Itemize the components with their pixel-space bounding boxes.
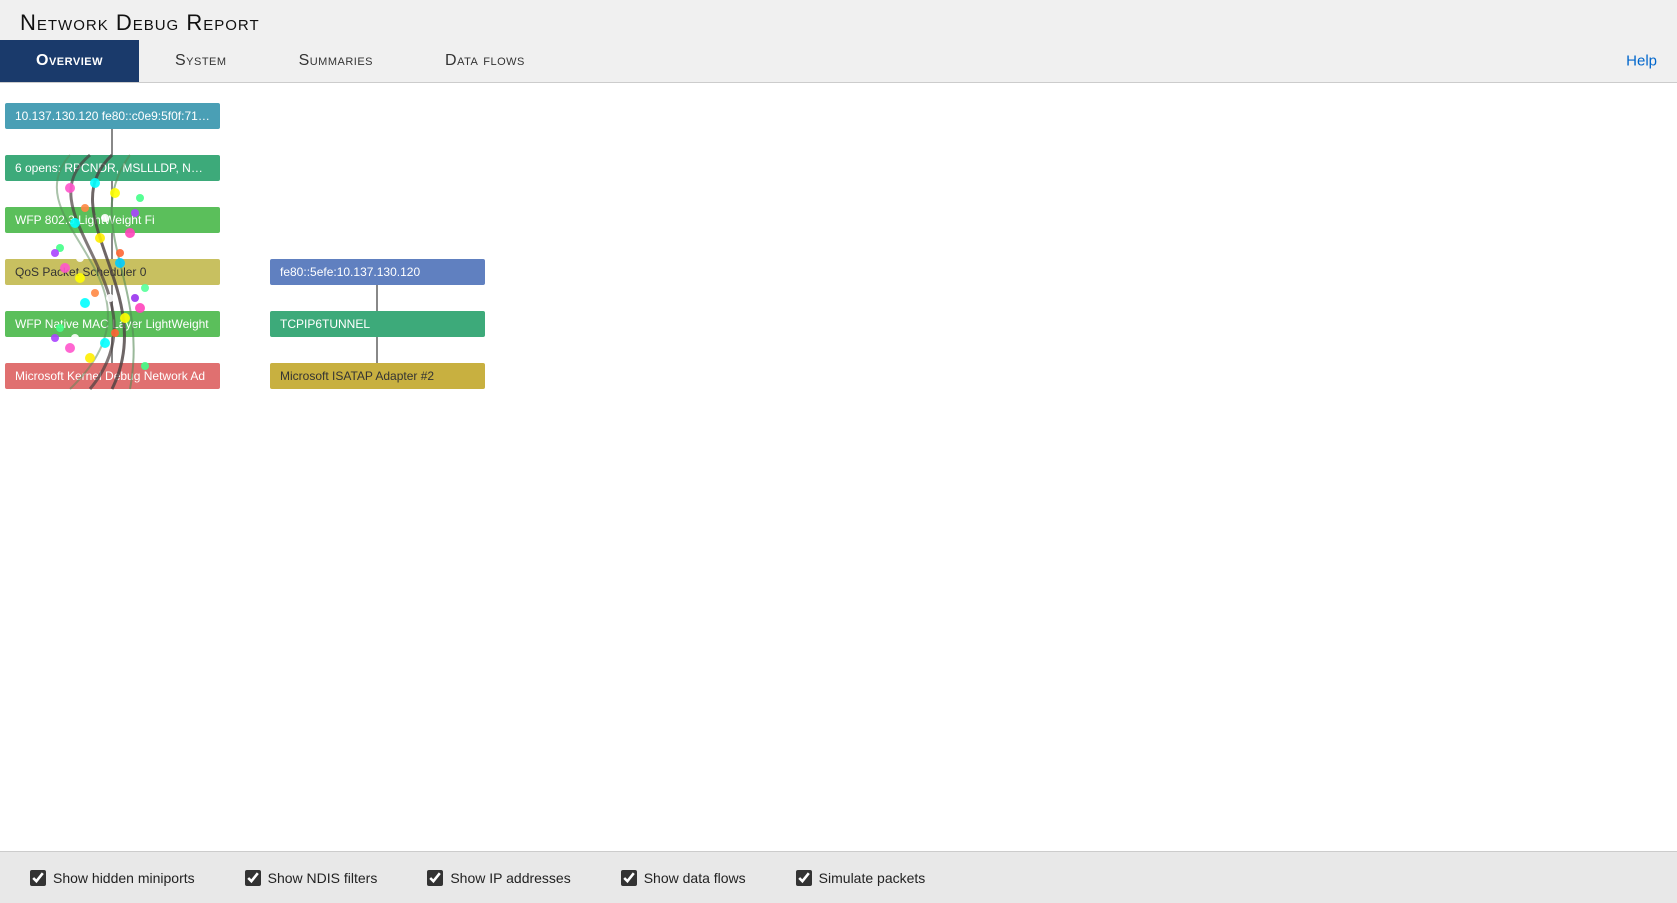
simulate-packets-input[interactable]: [796, 870, 812, 886]
main-content: 10.137.130.120 fe80::c0e9:5f0f:71dd:9 6 …: [0, 83, 1677, 851]
show-hidden-miniports-checkbox[interactable]: Show hidden miniports: [30, 870, 195, 886]
wfp-node[interactable]: WFP 802.3 LightWeight Fi: [5, 207, 220, 233]
tab-summaries[interactable]: Summaries: [263, 40, 409, 82]
show-ip-addresses-input[interactable]: [427, 870, 443, 886]
tcpip-node[interactable]: TCPIP6TUNNEL: [270, 311, 485, 337]
tab-dataflows[interactable]: Data flows: [409, 40, 561, 82]
wfp2-node[interactable]: WFP Native MAC Layer LightWeight: [5, 311, 220, 337]
show-hidden-miniports-input[interactable]: [30, 870, 46, 886]
simulate-packets-label: Simulate packets: [819, 870, 926, 886]
show-ndis-filters-checkbox[interactable]: Show NDIS filters: [245, 870, 378, 886]
show-ip-addresses-label: Show IP addresses: [450, 870, 570, 886]
diagram-area: 10.137.130.120 fe80::c0e9:5f0f:71dd:9 6 …: [0, 93, 1677, 791]
nav-bar: Overview System Summaries Data flows Hel…: [0, 40, 1677, 83]
tab-system[interactable]: System: [139, 40, 263, 82]
simulate-packets-checkbox[interactable]: Simulate packets: [796, 870, 926, 886]
fe80-node[interactable]: fe80::5efe:10.137.130.120: [270, 259, 485, 285]
app-title: Network Debug Report: [0, 0, 1677, 40]
isatap-node[interactable]: Microsoft ISATAP Adapter #2: [270, 363, 485, 389]
tab-overview[interactable]: Overview: [0, 40, 139, 82]
show-data-flows-checkbox[interactable]: Show data flows: [621, 870, 746, 886]
kernel-node[interactable]: Microsoft Kernel Debug Network Ad: [5, 363, 220, 389]
ip-node[interactable]: 10.137.130.120 fe80::c0e9:5f0f:71dd:9: [5, 103, 220, 129]
show-ndis-filters-input[interactable]: [245, 870, 261, 886]
connector-svg: [0, 93, 1677, 791]
show-hidden-miniports-label: Show hidden miniports: [53, 870, 195, 886]
show-ndis-filters-label: Show NDIS filters: [268, 870, 378, 886]
help-link[interactable]: Help: [1626, 53, 1657, 70]
qos-node[interactable]: QoS Packet Scheduler 0: [5, 259, 220, 285]
footer-bar: Show hidden miniports Show NDIS filters …: [0, 851, 1677, 903]
opens-node[interactable]: 6 opens: RPCNDR, MSLLLDP, NDISUIO: [5, 155, 220, 181]
show-data-flows-input[interactable]: [621, 870, 637, 886]
show-ip-addresses-checkbox[interactable]: Show IP addresses: [427, 870, 570, 886]
show-data-flows-label: Show data flows: [644, 870, 746, 886]
